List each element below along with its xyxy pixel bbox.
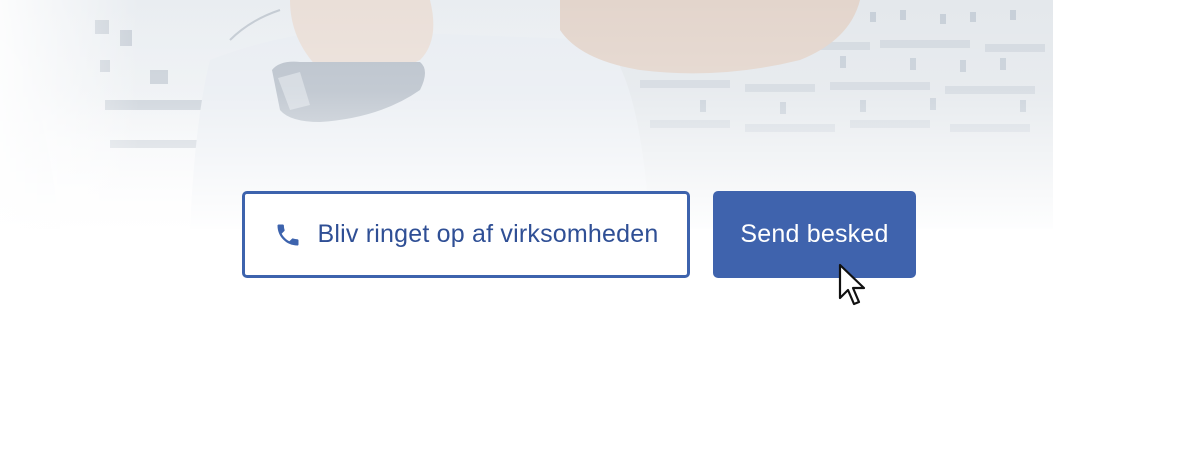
- page: Bliv ringet op af virksomheden Send besk…: [0, 0, 1200, 461]
- phone-icon: [274, 221, 302, 249]
- callback-button[interactable]: Bliv ringet op af virksomheden: [242, 191, 690, 278]
- hero-fade-left-overlay: [0, 0, 140, 229]
- callback-button-label: Bliv ringet op af virksomheden: [317, 220, 659, 248]
- send-message-button-label: Send besked: [740, 220, 889, 248]
- send-message-button[interactable]: Send besked: [713, 191, 916, 278]
